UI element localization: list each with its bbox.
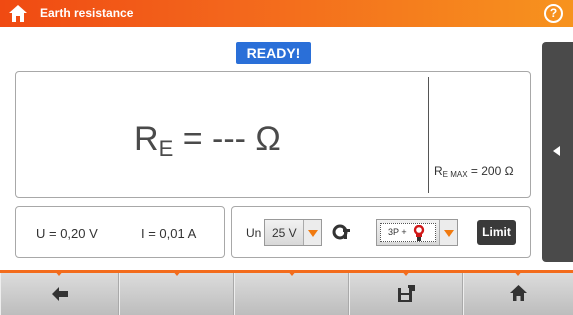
resistance-readout: RE = --- Ω <box>134 120 281 162</box>
mode-select-field: 3P + <box>380 223 436 242</box>
help-icon[interactable]: ? <box>544 4 563 23</box>
home-icon[interactable] <box>8 4 28 23</box>
chevron-down-icon <box>308 230 318 237</box>
rmax-subscript: E MAX <box>442 170 468 179</box>
resistance-symbol: R <box>134 120 159 158</box>
chevron-down-icon <box>444 230 454 237</box>
screen: Earth resistance ? READY! RE = --- Ω RE … <box>0 0 573 315</box>
mode-select[interactable]: 3P + <box>376 219 458 246</box>
resistance-max-readout: RE MAX = 200 Ω <box>434 164 514 179</box>
footer-button-3[interactable] <box>234 273 349 315</box>
status-badge: READY! <box>236 42 311 64</box>
footer-button-2[interactable] <box>119 273 234 315</box>
settings-panel: Un 25 V 3P + Limit <box>231 206 531 258</box>
voltage-readout: U = 0,20 V <box>36 226 98 241</box>
mode-select-value: 3P + <box>388 227 407 237</box>
title-bar: Earth resistance ? <box>0 0 573 27</box>
voltage-dropdown-button[interactable] <box>303 220 321 245</box>
home-icon <box>510 285 527 301</box>
footer-notch <box>513 270 523 276</box>
footer-toolbar <box>0 270 573 315</box>
resistance-subscript: E <box>158 136 174 161</box>
rmax-value: = 200 Ω <box>467 164 514 178</box>
mode-dropdown-button[interactable] <box>439 220 457 245</box>
result-divider <box>428 77 429 193</box>
footer-notch <box>287 270 297 276</box>
current-readout: I = 0,01 A <box>141 226 197 241</box>
un-label: Un <box>246 226 262 240</box>
left-arrow-icon <box>553 146 560 156</box>
back-arrow-icon <box>52 287 68 301</box>
back-button[interactable] <box>0 273 119 315</box>
footer-notch <box>54 270 64 276</box>
footer-notch <box>172 270 182 276</box>
voltage-select-value: 25 V <box>272 226 297 240</box>
clamp-icon <box>332 224 350 240</box>
save-icon <box>398 285 415 302</box>
home-button[interactable] <box>463 273 573 315</box>
save-button[interactable] <box>349 273 463 315</box>
measurement-panel: U = 0,20 V I = 0,01 A <box>15 206 225 258</box>
result-panel: RE = --- Ω RE MAX = 200 Ω <box>15 71 531 198</box>
side-panel-toggle[interactable] <box>542 42 573 262</box>
red-clamp-icon <box>413 225 425 241</box>
voltage-select[interactable]: 25 V <box>264 219 322 246</box>
rmax-symbol: R <box>434 164 443 178</box>
resistance-value: = --- Ω <box>173 120 281 158</box>
page-title: Earth resistance <box>40 6 134 20</box>
limit-button[interactable]: Limit <box>477 220 516 245</box>
footer-notch <box>401 270 411 276</box>
